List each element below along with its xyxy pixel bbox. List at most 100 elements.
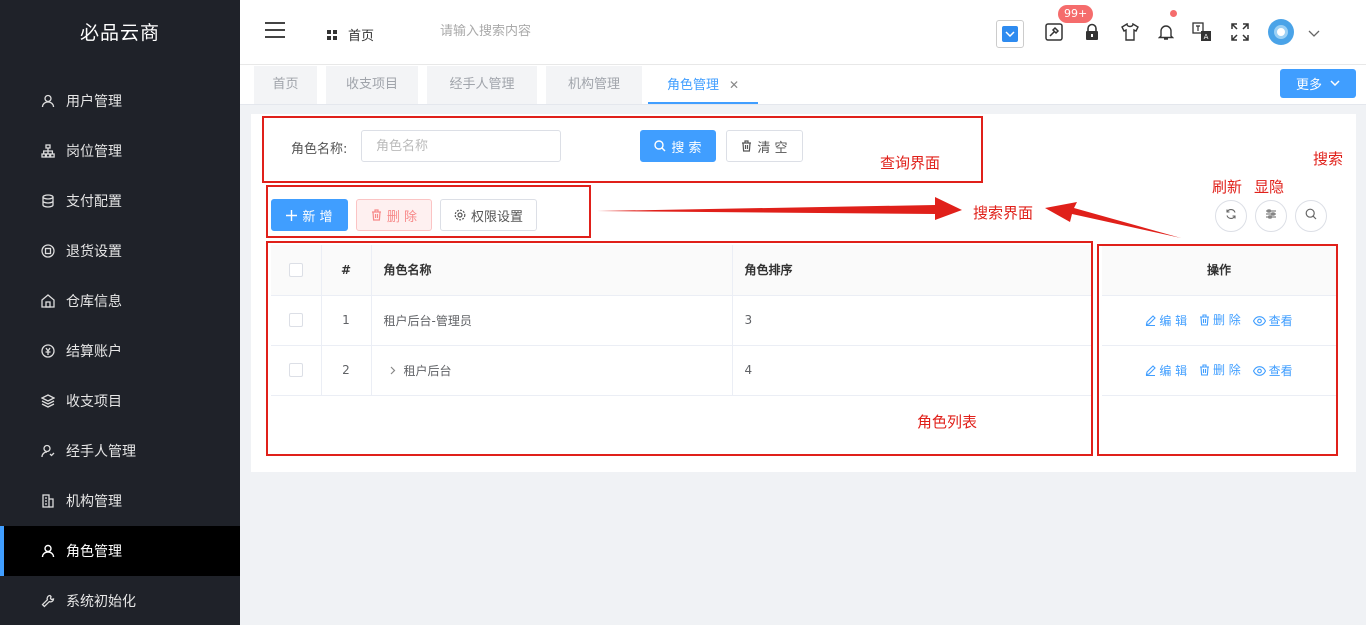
refresh-button[interactable]	[1215, 200, 1247, 232]
header-search-input[interactable]	[440, 24, 620, 39]
select-all-checkbox[interactable]	[288, 263, 303, 277]
edit-label: 编 辑	[1159, 363, 1188, 378]
tab-role[interactable]: 角色管理 ✕	[648, 66, 758, 104]
tab-income[interactable]: 收支项目	[326, 66, 418, 104]
grid-icon	[327, 29, 337, 40]
edit-link[interactable]: 编 辑	[1145, 312, 1187, 329]
hamburger-menu-icon[interactable]	[265, 22, 285, 38]
more-label: 更多	[1295, 78, 1322, 93]
user-check-icon	[40, 443, 56, 459]
sidebar-item-init[interactable]: 系统初始化	[0, 576, 240, 625]
user-avatar[interactable]	[1268, 19, 1294, 45]
sidebar-item-post[interactable]: 岗位管理	[0, 126, 240, 176]
top-header: 首页 99+ A	[240, 0, 1366, 65]
plus-icon	[286, 209, 298, 221]
annotation-role-list: 角色列表	[917, 413, 978, 431]
sidebar-item-label: 经手人管理	[66, 444, 136, 460]
return-icon	[40, 243, 56, 259]
sidebar-item-user[interactable]: 用户管理	[0, 76, 240, 126]
gear-icon	[454, 209, 466, 221]
view-link[interactable]: 查看	[1252, 312, 1293, 329]
table-row: 1 租户后台-管理员 3	[271, 295, 1091, 346]
sidebar-item-org[interactable]: 机构管理	[0, 476, 240, 526]
table-header-row: # 角色名称 角色排序	[271, 245, 1091, 296]
tab-label: 角色管理	[666, 78, 719, 93]
row-checkbox-cell	[271, 295, 322, 346]
main-card: 角色名称: 搜 索 清 空 新 增 删 除 权限设置 # 角色名称 角	[251, 114, 1356, 472]
delete-label: 删 除	[1212, 313, 1241, 327]
sidebar-item-label: 收支项目	[66, 394, 122, 410]
header-index: #	[321, 245, 372, 296]
sidebar-item-settle[interactable]: 结算账户	[0, 326, 240, 376]
bell-icon[interactable]	[1156, 22, 1176, 42]
permission-settings-button[interactable]: 权限设置	[440, 199, 537, 231]
row-checkbox[interactable]	[288, 313, 303, 328]
search-button[interactable]: 搜 索	[640, 130, 716, 162]
close-icon[interactable]: ✕	[729, 78, 739, 92]
wrench-icon	[40, 593, 56, 609]
sidebar-item-return[interactable]: 退货设置	[0, 226, 240, 276]
role-name-input[interactable]	[361, 130, 561, 162]
sidebar-item-label: 用户管理	[66, 94, 122, 110]
more-button[interactable]: 更多	[1280, 69, 1356, 98]
table-row: 编 辑 删 除 查看	[1102, 295, 1336, 346]
notification-dot	[1170, 10, 1177, 17]
delete-label: 删 除	[386, 209, 418, 225]
edit-link[interactable]: 编 辑	[1145, 362, 1187, 379]
layers-icon	[40, 393, 56, 409]
trash-icon	[741, 140, 752, 152]
breadcrumb-home[interactable]: 首页	[327, 25, 374, 44]
trash-icon	[371, 209, 382, 221]
permission-label: 权限设置	[470, 209, 523, 225]
annotation-toggle: 显隐	[1254, 178, 1285, 196]
header-operations: 操作	[1102, 245, 1336, 296]
search-icon	[1305, 208, 1317, 224]
view-link[interactable]: 查看	[1252, 362, 1293, 379]
chevron-down-icon[interactable]	[1304, 24, 1324, 44]
annotation-refresh: 刷新	[1212, 178, 1243, 196]
row-index: 2	[321, 345, 372, 396]
tools-icon[interactable]	[1044, 22, 1064, 42]
table-row: 编 辑 删 除 查看	[1102, 345, 1336, 396]
row-role-name: 租户后台	[403, 363, 452, 378]
fullscreen-icon[interactable]	[1230, 22, 1250, 42]
row-role-sort: 4	[732, 345, 1091, 396]
view-label: 查看	[1268, 314, 1293, 328]
database-icon	[40, 193, 56, 209]
sidebar-item-label: 机构管理	[66, 494, 122, 510]
sidebar: 必品云商 用户管理 岗位管理 支付配置 退货设置 仓库信息 结算账户 收支项目	[0, 0, 240, 625]
search-label: 搜 索	[671, 140, 702, 156]
expand-chevron-icon[interactable]	[390, 364, 396, 378]
sidebar-menu: 用户管理 岗位管理 支付配置 退货设置 仓库信息 结算账户 收支项目 经手人管理…	[0, 76, 240, 625]
header-role-name: 角色名称	[371, 245, 733, 296]
lock-icon[interactable]	[1082, 22, 1102, 42]
delete-button[interactable]: 删 除	[356, 199, 432, 231]
row-index: 1	[321, 295, 372, 346]
header-tools: 99+ A	[996, 0, 1366, 65]
sidebar-item-label: 支付配置	[66, 194, 122, 210]
clear-button[interactable]: 清 空	[726, 130, 803, 162]
delete-link[interactable]: 删 除	[1199, 311, 1241, 328]
tab-org[interactable]: 机构管理	[546, 66, 642, 104]
tab-home[interactable]: 首页	[254, 66, 317, 104]
dropdown-toggle-icon[interactable]	[996, 20, 1024, 48]
annotation-search: 搜索	[1313, 150, 1344, 168]
shirt-icon[interactable]	[1120, 22, 1140, 42]
row-checkbox[interactable]	[288, 363, 303, 378]
add-button[interactable]: 新 增	[271, 199, 348, 231]
org-icon	[40, 143, 56, 159]
delete-link[interactable]: 删 除	[1199, 361, 1241, 378]
sidebar-item-income[interactable]: 收支项目	[0, 376, 240, 426]
annotation-search-area: 搜索界面	[973, 204, 1034, 222]
toggle-search-button[interactable]	[1295, 200, 1327, 232]
header-role-sort: 角色排序	[732, 245, 1091, 296]
translate-icon[interactable]: A	[1192, 22, 1212, 42]
sidebar-item-role[interactable]: 角色管理	[0, 526, 240, 576]
sidebar-item-payment[interactable]: 支付配置	[0, 176, 240, 226]
sidebar-item-warehouse[interactable]: 仓库信息	[0, 276, 240, 326]
sidebar-item-handler[interactable]: 经手人管理	[0, 426, 240, 476]
sliders-icon	[1265, 208, 1277, 224]
toggle-columns-button[interactable]	[1255, 200, 1287, 232]
role-icon	[40, 543, 56, 559]
tab-handler[interactable]: 经手人管理	[427, 66, 537, 104]
